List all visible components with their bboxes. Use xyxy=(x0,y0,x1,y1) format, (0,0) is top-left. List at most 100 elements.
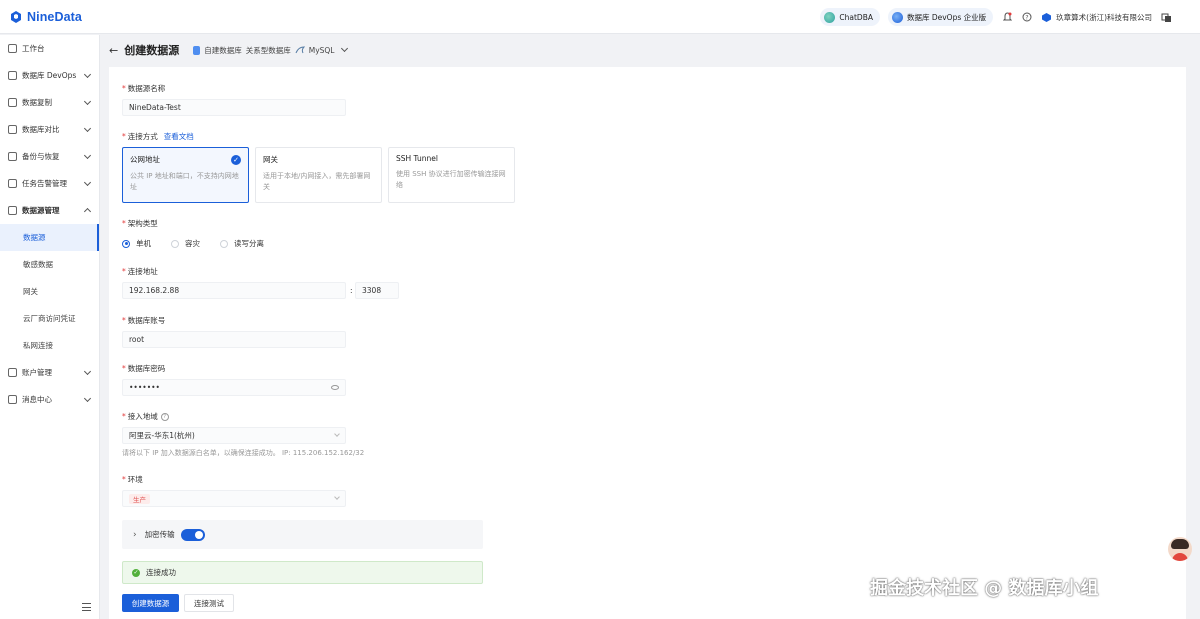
sidebar-item-backup[interactable]: 备份与恢复 xyxy=(0,143,99,170)
account-input[interactable]: root xyxy=(122,331,346,348)
sidebar-item-label: 数据库 DevOps xyxy=(22,71,77,80)
sidebar-item-label: 备份与恢复 xyxy=(22,152,60,161)
company-name: 玖章算术(浙江)科技有限公司 xyxy=(1056,12,1152,22)
home-icon xyxy=(8,44,17,53)
sidebar-subitem-label: 网关 xyxy=(23,287,38,296)
breadcrumb-mysql[interactable]: MySQL xyxy=(309,46,335,55)
password-input[interactable]: ••••••• xyxy=(122,379,346,396)
create-datasource-button[interactable]: 创建数据源 xyxy=(122,594,179,612)
sidebar-item-messages[interactable]: 消息中心 xyxy=(0,386,99,413)
sidebar-subitem-label: 云厂商访问凭证 xyxy=(23,314,76,323)
encryption-toggle[interactable] xyxy=(180,528,205,541)
chevron-down-icon xyxy=(83,151,92,160)
app-name: NineData xyxy=(27,9,82,24)
app-logo[interactable]: NineData xyxy=(9,10,82,24)
radio-checked-icon xyxy=(122,239,130,248)
edition-badge[interactable]: 数据库 DevOps 企业版 xyxy=(887,8,994,26)
chevron-down-icon xyxy=(83,178,92,187)
conn-option-public[interactable]: 公网地址 公共 IP 地址和端口，不支持内网地址 ✓ xyxy=(122,147,249,203)
conn-option-gateway[interactable]: 网关 适用于本地/内网接入，需先部署网关 xyxy=(255,147,382,203)
svg-text:?: ? xyxy=(1026,15,1029,22)
region-select[interactable]: 阿里云-华东1(杭州) xyxy=(122,427,346,444)
sidebar-subitem-label: 私网连接 xyxy=(23,341,53,350)
whitelist-hint: 请将以下 IP 加入数据源白名单，以确保连接成功。 IP: 115.206.15… xyxy=(122,449,365,457)
env-select[interactable]: 生产 xyxy=(122,490,346,507)
message-icon xyxy=(8,395,17,404)
port-separator: : xyxy=(350,286,353,295)
name-field-label: * 数据源名称 xyxy=(122,84,166,93)
sidebar-item-label: 工作台 xyxy=(22,44,45,53)
conn-option-desc: 公共 IP 地址和端口，不支持内网地址 xyxy=(130,172,239,191)
assistant-avatar[interactable] xyxy=(1168,537,1192,561)
sidebar-item-replication[interactable]: 数据复制 xyxy=(0,89,99,116)
company-switcher[interactable]: 玖章算术(浙江)科技有限公司 xyxy=(1041,12,1152,23)
arch-option-dr[interactable]: 容灾 xyxy=(171,238,200,249)
port-input[interactable]: 3308 xyxy=(355,282,399,299)
chevron-down-icon xyxy=(83,367,92,376)
sidebar-item-compare[interactable]: 数据库对比 xyxy=(0,116,99,143)
notification-icon[interactable] xyxy=(1001,11,1013,23)
arch-type-label: * 架构类型 xyxy=(122,219,158,228)
conn-method-label: * 连接方式 查看文档 xyxy=(122,132,194,141)
address-label: * 连接地址 xyxy=(122,267,158,276)
sidebar-subitem-datasource[interactable]: 数据源 xyxy=(0,224,99,251)
chevron-down-icon xyxy=(83,394,92,403)
chatdba-button[interactable]: ChatDBA xyxy=(820,8,880,26)
watermark: 掘金技术社区 @ 数据库小组 xyxy=(870,578,1099,599)
host-input[interactable]: 192.168.2.88 xyxy=(122,282,346,299)
chevron-down-icon xyxy=(334,494,340,500)
avatar-hair xyxy=(1171,539,1189,549)
help-icon[interactable]: ? xyxy=(1021,11,1033,23)
avatar-body xyxy=(1172,553,1188,561)
globe-icon xyxy=(891,11,903,23)
sidebar-subitem-gateway[interactable]: 网关 xyxy=(0,278,99,305)
sidebar-item-workbench[interactable]: 工作台 xyxy=(0,35,99,62)
sidebar-subitem-sensitive[interactable]: 敏感数据 xyxy=(0,251,99,278)
chevron-down-icon[interactable] xyxy=(341,44,349,53)
account-icon xyxy=(8,368,17,377)
sidebar-subitem-label: 敏感数据 xyxy=(23,260,53,269)
breadcrumb-self-hosted: 自建数据库 xyxy=(204,45,242,55)
success-icon: ✓ xyxy=(132,568,140,577)
check-icon: ✓ xyxy=(231,155,241,165)
sidebar: 工作台 数据库 DevOps 数据复制 数据库对比 备份与恢复 任务告警管理 数… xyxy=(0,35,100,619)
encryption-panel[interactable]: › 加密传输 xyxy=(122,520,483,549)
test-connection-button[interactable]: 连接测试 xyxy=(184,594,234,612)
language-icon[interactable] xyxy=(1160,11,1172,23)
datasource-icon xyxy=(8,206,17,215)
sidebar-subitem-cloud-credentials[interactable]: 云厂商访问凭证 xyxy=(0,305,99,332)
arch-option-single[interactable]: 单机 xyxy=(122,238,151,249)
edition-label: 数据库 DevOps 企业版 xyxy=(906,12,987,22)
sidebar-item-devops[interactable]: 数据库 DevOps xyxy=(0,62,99,89)
datasource-form: * 数据源名称 NineData-Test * 连接方式 查看文档 公网地址 公共 I… xyxy=(109,67,1186,619)
back-arrow-icon[interactable]: ← xyxy=(109,44,118,57)
arch-type-radio-group: 单机 容灾 读写分离 xyxy=(122,238,278,249)
conn-option-ssh[interactable]: SSH Tunnel 使用 SSH 协议进行加密传输连接网络 xyxy=(388,147,515,203)
chatdba-icon xyxy=(824,11,836,23)
datasource-name-input[interactable]: NineData-Test xyxy=(122,99,346,116)
sidebar-subitem-private-link[interactable]: 私网连接 xyxy=(0,332,99,359)
sidebar-item-label: 数据源管理 xyxy=(22,206,60,215)
chevron-down-icon xyxy=(334,431,340,437)
alarm-icon xyxy=(8,179,17,188)
sidebar-item-label: 消息中心 xyxy=(22,395,52,404)
chevron-right-icon[interactable]: › xyxy=(133,530,137,540)
eye-icon[interactable] xyxy=(331,385,339,390)
connection-success-alert: ✓ 连接成功 xyxy=(122,561,483,584)
sidebar-item-alarm[interactable]: 任务告警管理 xyxy=(0,170,99,197)
sidebar-item-label: 任务告警管理 xyxy=(22,179,67,188)
breadcrumb-relational: 关系型数据库 xyxy=(245,45,291,55)
devops-icon xyxy=(8,71,17,80)
sidebar-item-label: 数据库对比 xyxy=(22,125,60,134)
collapse-sidebar-icon[interactable] xyxy=(82,603,91,611)
sidebar-item-datasource-mgmt[interactable]: 数据源管理 xyxy=(0,197,99,224)
radio-icon xyxy=(171,239,179,248)
arch-option-rw-split[interactable]: 读写分离 xyxy=(220,238,264,249)
view-docs-link[interactable]: 查看文档 xyxy=(164,132,194,141)
database-icon xyxy=(193,45,201,55)
sidebar-item-account[interactable]: 账户管理 xyxy=(0,359,99,386)
help-icon[interactable]: ? xyxy=(160,413,169,421)
replicate-icon xyxy=(8,98,17,107)
conn-option-desc: 使用 SSH 协议进行加密传输连接网络 xyxy=(396,170,506,189)
radio-icon xyxy=(220,239,228,248)
